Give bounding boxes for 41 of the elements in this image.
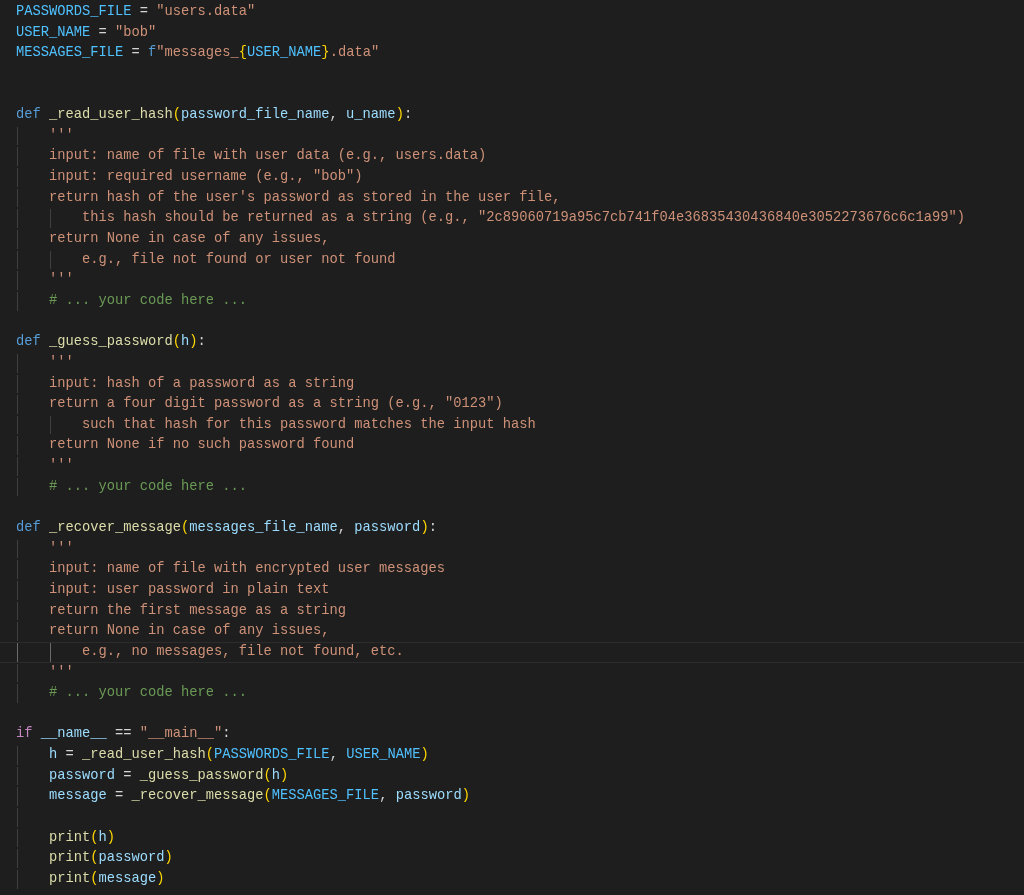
code-line: message = _recover_message(MESSAGES_FILE, password): [49, 787, 470, 806]
code-line: return a four digit password as a string (e.g., "0123"): [49, 395, 503, 414]
code-line: if __name__ == "__main__":: [16, 725, 231, 744]
code-line: input: user password in plain text: [49, 580, 330, 599]
code-line: ''': [49, 126, 74, 145]
code-line: return hash of the user's password as stored in the user file,: [49, 188, 561, 207]
code-line: e.g., no messages, file not found, etc.: [82, 642, 404, 661]
code-line: PASSWORDS_FILE = "users.data": [16, 3, 256, 21]
code-line: return None in case of any issues,: [49, 230, 330, 249]
code-line: print(h): [49, 828, 116, 847]
code-line: password = _guess_password(h): [49, 766, 289, 785]
code-line: # ... your code here ...: [49, 684, 248, 703]
code-line: input: required username (e.g., "bob"): [49, 168, 363, 187]
code-line: def _guess_password(h):: [16, 333, 206, 352]
code-line: return None in case of any issues,: [49, 622, 330, 641]
code-line: def _recover_message(messages_file_name, password):: [16, 519, 437, 537]
code-line: ''': [49, 353, 74, 372]
code-line: such that hash for this password matches the input hash: [82, 415, 536, 434]
code-line: return the first message as a string: [49, 601, 347, 620]
indent-guide: [50, 642, 51, 662]
code-line: def _read_user_hash(password_file_name, u_name):: [16, 106, 413, 125]
code-line: e.g., file not found or user not found: [82, 250, 396, 269]
code-line: input: name of file with encrypted user messages: [49, 560, 446, 579]
indent-guide: [50, 250, 51, 270]
code-line: # ... your code here ...: [49, 291, 248, 310]
code-line: MESSAGES_FILE = f"messages_{USER_NAME}.data": [16, 44, 380, 63]
code-line: return None if no such password found: [49, 436, 355, 455]
code-line: print(password): [49, 849, 173, 868]
code-line: # ... your code here ...: [49, 477, 248, 496]
code-line: input: name of file with user data (e.g., users.data): [49, 147, 487, 166]
code-line: ''': [49, 663, 74, 682]
code-line: h = _read_user_hash(PASSWORDS_FILE, USER_NAME): [49, 746, 429, 765]
indent-guide: [50, 415, 51, 435]
code-line: ''': [49, 271, 74, 290]
code-line: ''': [49, 539, 74, 558]
code-line: ''': [49, 457, 74, 476]
code-line: input: hash of a password as a string: [49, 374, 355, 393]
indent-guide: [50, 209, 51, 229]
code-line: this hash should be returned as a string (e.g., "2c89060719a95c7cb741f04e36835430436840e3052273676c6c1a99"): [82, 209, 965, 228]
code-line: USER_NAME = "bob": [16, 23, 157, 42]
code-line: print(message): [49, 869, 165, 888]
